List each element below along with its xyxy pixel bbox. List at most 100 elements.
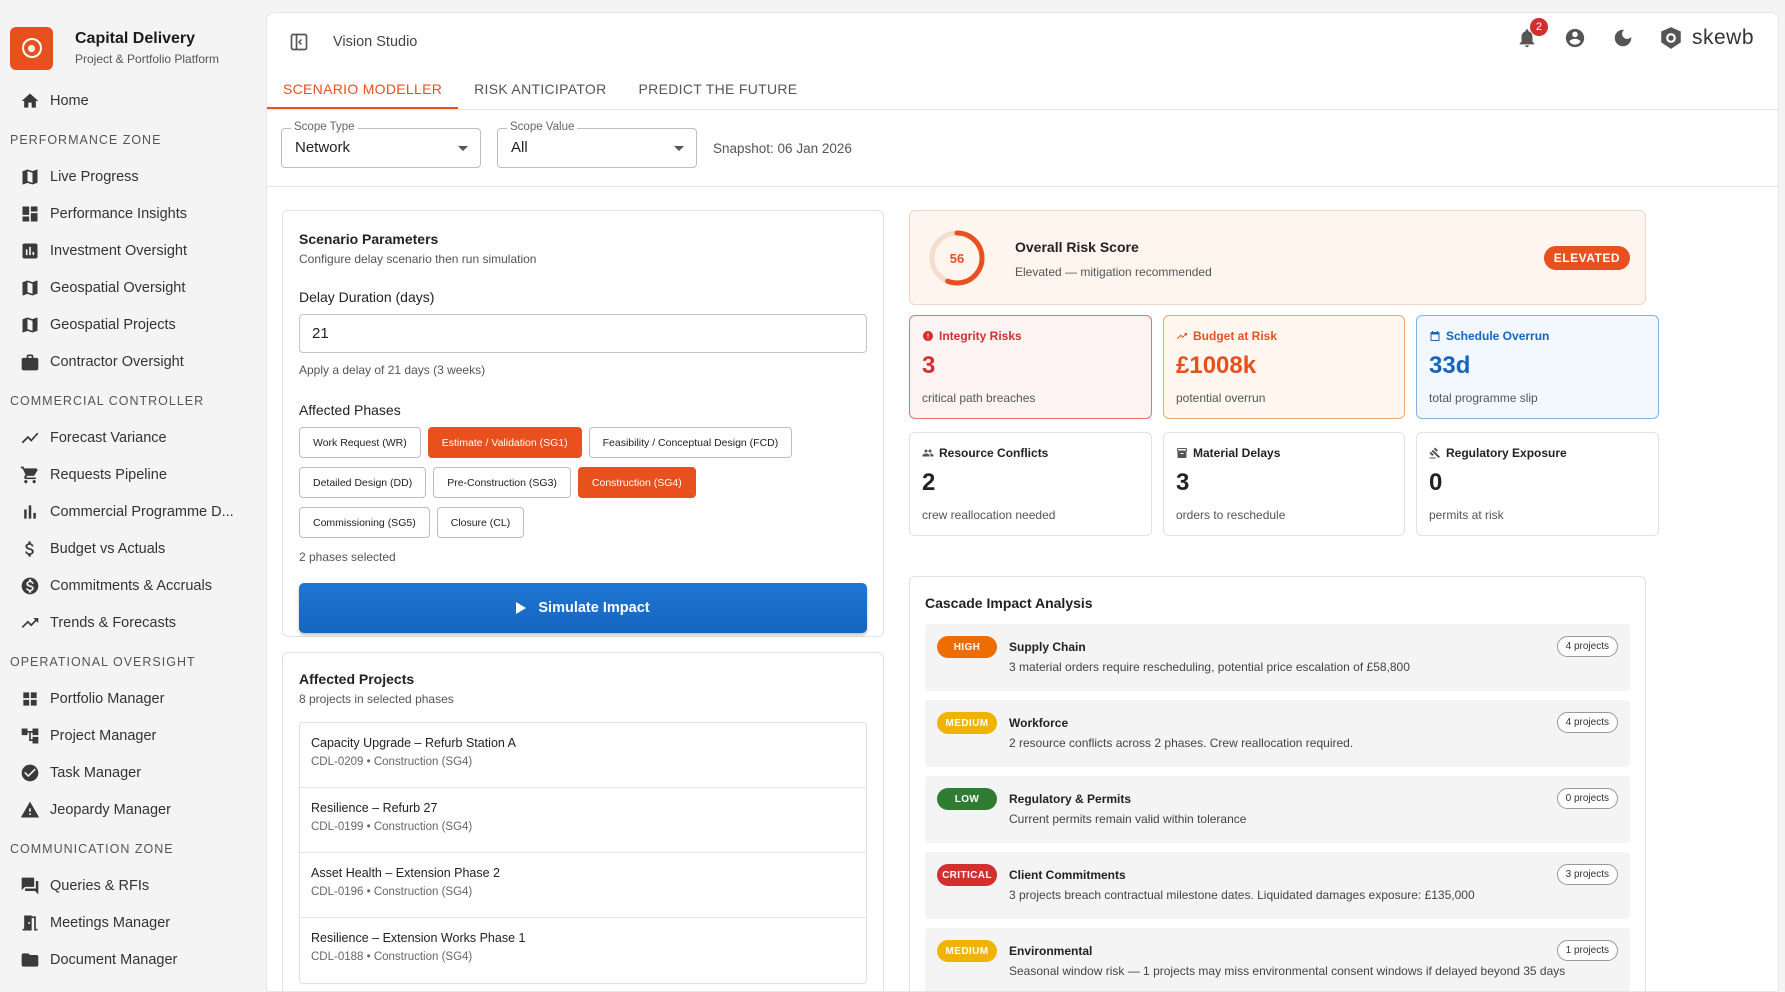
sidebar-item-commitments-accruals[interactable]: Commitments & Accruals [0,567,264,604]
list-item[interactable]: LOW Regulatory & Permits Current permits… [925,776,1630,843]
cascade-description: 3 projects breach contractual milestone … [1009,888,1475,902]
brand[interactable]: Capital Delivery Project & Portfolio Pla… [0,0,264,76]
metric-title: Resource Conflicts [939,446,1049,460]
sidebar-item-label: Home [50,92,89,109]
scope-type-label: Scope Type [291,121,358,133]
risk-score-value: 56 [949,250,965,266]
phase-chip-sg1[interactable]: Estimate / Validation (SG1) [427,427,582,458]
sidebar-item-performance-insights[interactable]: Performance Insights [0,195,264,232]
list-item[interactable]: Resilience – Extension Works Phase 1 CDL… [300,918,866,983]
nav-section-title: COMMUNICATION ZONE [10,841,174,856]
project-list: Capacity Upgrade – Refurb Station A CDL-… [299,722,867,984]
sidebar-item-label: Investment Oversight [50,242,187,259]
inventory-icon [1177,448,1187,458]
metric-subtitle: total programme slip [1429,391,1538,405]
toggle-sidebar-icon[interactable] [289,32,309,52]
tab-risk-anticipator[interactable]: RISK ANTICIPATOR [458,70,622,109]
sidebar-item-label: Geospatial Oversight [50,279,186,296]
sidebar-item-label: Live Progress [50,168,139,185]
list-item[interactable]: HIGH Supply Chain 3 material orders requ… [925,624,1630,691]
list-item[interactable]: MEDIUM Environmental Seasonal window ris… [925,928,1630,991]
sidebar-item-live-progress[interactable]: Live Progress [0,158,264,195]
dark-mode-button[interactable] [1610,25,1636,51]
affected-projects-card: Affected Projects 8 projects in selected… [282,652,884,991]
sidebar-item-label: Jeopardy Manager [50,801,171,818]
delay-duration-input[interactable] [299,314,867,353]
account-button[interactable] [1562,25,1588,51]
project-meta: CDL-0209 • Construction (SG4) [311,756,473,768]
phase-chip-sg4[interactable]: Construction (SG4) [577,467,696,498]
list-item[interactable]: Capacity Upgrade – Refurb Station A CDL-… [300,723,866,788]
sidebar-item-task-manager[interactable]: Task Manager [0,754,264,791]
severity-badge: HIGH [937,636,997,658]
folder-icon [20,950,40,970]
metric-value: 3 [1176,469,1190,496]
sidebar-item-trends-forecasts[interactable]: Trends & Forecasts [0,604,264,641]
sidebar-item-label: Commitments & Accruals [50,577,212,594]
metric-title: Integrity Risks [939,329,1022,343]
phase-chip-cl[interactable]: Closure (CL) [436,507,525,538]
project-name: Resilience – Extension Works Phase 1 [311,931,526,945]
cascade-title: Regulatory & Permits [1009,792,1132,806]
play-icon [516,602,527,614]
sidebar-item-geospatial-projects[interactable]: Geospatial Projects [0,306,264,343]
gavel-icon [1429,447,1441,459]
phase-chip-wr[interactable]: Work Request (WR) [299,427,421,458]
sidebar-item-investment-oversight[interactable]: Investment Oversight [0,232,264,269]
sidebar-item-requests-pipeline[interactable]: Requests Pipeline [0,456,264,493]
top-bar: Vision Studio 2 skewb [267,13,1778,70]
project-count-badge: 3 projects [1556,864,1618,885]
sidebar-item-geospatial-oversight[interactable]: Geospatial Oversight [0,269,264,306]
scope-type-select[interactable]: Scope Type Network [281,121,481,168]
sidebar-item-document-manager[interactable]: Document Manager [0,941,264,978]
tab-scenario-modeller[interactable]: SCENARIO MODELLER [267,70,459,109]
cascade-description: 2 resource conflicts across 2 phases. Cr… [1009,736,1354,750]
phase-chip-sg5[interactable]: Commissioning (SG5) [299,507,430,538]
metric-subtitle: potential overrun [1176,391,1266,405]
account-tree-icon [20,726,40,746]
sidebar-item-label: Queries & RFIs [50,877,150,894]
sidebar-item-project-manager[interactable]: Project Manager [0,717,264,754]
simulate-impact-label: Simulate Impact [538,600,650,616]
trending-up-icon [20,613,40,633]
tab-predict-the-future[interactable]: PREDICT THE FUTURE [623,70,814,109]
sidebar-item-home[interactable]: Home [0,82,264,119]
caret-down-icon [458,146,468,151]
cascade-title: Environmental [1009,944,1093,958]
metric-value: 3 [922,352,936,379]
phase-chip-dd[interactable]: Detailed Design (DD) [299,467,427,498]
list-item[interactable]: CRITICAL Client Commitments 3 projects b… [925,852,1630,919]
sidebar-item-queries-rfis[interactable]: Queries & RFIs [0,867,264,904]
sidebar-item-portfolio-manager[interactable]: Portfolio Manager [0,680,264,717]
metric-value: 2 [922,469,936,496]
sidebar-item-jeopardy-manager[interactable]: Jeopardy Manager [0,791,264,828]
affected-phases-label: Affected Phases [299,402,401,418]
notifications-button[interactable]: 2 [1514,18,1548,51]
paid-icon [20,576,40,596]
project-count-badge: 4 projects [1556,712,1618,733]
list-item[interactable]: Asset Health – Extension Phase 2 CDL-019… [300,853,866,918]
list-item[interactable]: MEDIUM Workforce 2 resource conflicts ac… [925,700,1630,767]
cascade-title: Workforce [1009,716,1069,730]
simulate-impact-button[interactable]: Simulate Impact [299,583,867,633]
sidebar-item-forecast-variance[interactable]: Forecast Variance [0,419,264,456]
metric-title: Budget at Risk [1193,329,1278,343]
regulatory-exposure-card: Regulatory Exposure 0 permits at risk [1416,432,1659,536]
list-item[interactable]: Resilience – Refurb 27 CDL-0199 • Constr… [300,788,866,853]
phase-chip-sg3[interactable]: Pre-Construction (SG3) [433,467,571,498]
sidebar-item-label: Document Manager [50,951,178,968]
sidebar-item-meetings-manager[interactable]: Meetings Manager [0,904,264,941]
forum-icon [20,876,40,896]
sidebar-item-label: Commercial Programme D... [50,503,234,520]
material-delays-card: Material Delays 3 orders to reschedule [1163,432,1405,536]
scope-value-select[interactable]: Scope Value All [497,121,697,168]
sidebar-item-budget-vs-actuals[interactable]: Budget vs Actuals [0,530,264,567]
warning-icon [20,800,40,820]
sidebar-item-label: Trends & Forecasts [50,614,176,631]
sidebar-item-contractor-oversight[interactable]: Contractor Oversight [0,343,264,380]
snapshot-date: Snapshot: 06 Jan 2026 [713,140,852,156]
cascade-description: Seasonal window risk — 1 projects may mi… [1009,964,1566,978]
sidebar-item-commercial-programme[interactable]: Commercial Programme D... [0,493,264,530]
brand-subtitle: Project & Portfolio Platform [75,52,220,66]
phase-chip-fcd[interactable]: Feasibility / Conceptual Design (FCD) [588,427,793,458]
